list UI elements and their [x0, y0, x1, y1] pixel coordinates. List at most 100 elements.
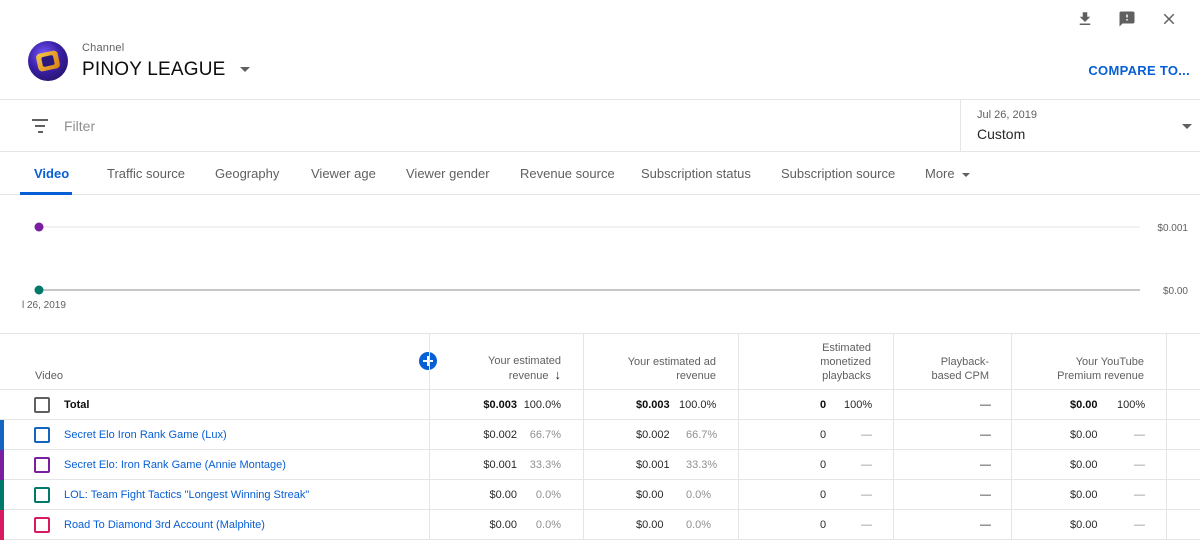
date-range-label: Custom: [977, 126, 1026, 142]
cell-premium: $0.00: [1070, 519, 1098, 531]
row-checkbox[interactable]: [34, 517, 50, 533]
cell-playbacks: 0: [820, 489, 827, 501]
series-point-0: [34, 222, 44, 232]
tab-video[interactable]: Video: [34, 166, 69, 181]
table-row-total: Total $0.003 100.0% $0.003 100.0% 0 100% — …: [0, 390, 1200, 420]
channel-selector[interactable]: PINOY LEAGUE: [82, 59, 250, 81]
cell-ad-revenue-pct: 100.0%: [679, 399, 717, 411]
sort-arrow-icon: ↓: [554, 367, 562, 382]
revenue-chart: $0.001 $0.00 l 26, 2019: [0, 195, 1200, 333]
video-title-link[interactable]: Road To Diamond 3rd Account (Malphite): [64, 519, 265, 531]
row-checkbox[interactable]: [34, 427, 50, 443]
chart-svg: $0.001 $0.00 l 26, 2019: [22, 222, 1188, 311]
col-estimated-revenue[interactable]: Your estimated revenue ↓: [429, 334, 583, 390]
video-table: Video Your estimated revenue ↓ Your estim…: [0, 333, 1200, 540]
filter-input[interactable]: Filter: [31, 118, 95, 134]
cell-ad-revenue: $0.003: [636, 399, 670, 411]
row-color-stripe: [0, 510, 4, 540]
tab-subscription-source[interactable]: Subscription source: [781, 166, 895, 181]
tab-more-label: More: [925, 166, 955, 181]
row-color-stripe: [0, 420, 4, 450]
filter-placeholder: Filter: [64, 118, 96, 134]
cell-premium-pct: —: [1134, 519, 1145, 531]
cell-revenue-pct: 0.0%: [535, 519, 561, 531]
download-icon[interactable]: [1064, 8, 1106, 30]
filter-icon: [31, 119, 49, 133]
row-checkbox[interactable]: [34, 487, 50, 503]
cell-ad-revenue: $0.002: [636, 429, 670, 441]
cell-cpm: —: [980, 429, 991, 441]
total-checkbox[interactable]: [34, 397, 50, 413]
cell-revenue-pct: 0.0%: [535, 489, 561, 501]
chevron-down-icon: [1182, 124, 1192, 129]
y-tick-label: $0.001: [1157, 223, 1188, 234]
x-tick-label: l 26, 2019: [22, 300, 66, 311]
cell-cpm: —: [980, 399, 991, 411]
cell-ad-revenue-pct: 0.0%: [686, 519, 712, 531]
video-title-link[interactable]: LOL: Team Fight Tactics "Longest Winning…: [64, 489, 309, 501]
col-premium-revenue[interactable]: Your YouTube Premium revenue: [1011, 334, 1166, 390]
cell-playbacks: 0: [820, 429, 827, 441]
col-ad-revenue[interactable]: Your estimated ad revenue: [583, 334, 738, 390]
avatar: [28, 41, 68, 81]
video-title-link[interactable]: Secret Elo Iron Rank Game (Lux): [64, 429, 227, 441]
cell-premium: $0.00: [1070, 459, 1098, 471]
close-icon[interactable]: [1148, 8, 1190, 30]
cell-premium-pct: —: [1134, 489, 1145, 501]
col-next: [1166, 334, 1200, 390]
cell-playbacks-pct: —: [861, 519, 872, 531]
table-row: Road To Diamond 3rd Account (Malphite) $0…: [0, 510, 1200, 540]
tab-revenue-source[interactable]: Revenue source: [520, 166, 615, 181]
row-checkbox[interactable]: [34, 457, 50, 473]
cell-revenue-pct: 66.7%: [529, 429, 561, 441]
cell-ad-revenue-pct: 33.3%: [686, 459, 718, 471]
table-row: Secret Elo: Iron Rank Game (Annie Montag…: [0, 450, 1200, 480]
channel-label: Channel: [82, 41, 125, 54]
cell-playbacks: 0: [820, 399, 827, 411]
row-color-stripe: [0, 480, 4, 510]
feedback-icon[interactable]: [1106, 8, 1148, 30]
cell-premium-pct: —: [1134, 429, 1145, 441]
cell-premium: $0.00: [1070, 429, 1098, 441]
cell-playbacks-pct: 100%: [844, 399, 873, 411]
chevron-down-icon: [239, 67, 250, 72]
col-monetized-playbacks[interactable]: Estimated monetized playbacks: [738, 334, 893, 390]
cell-cpm: —: [980, 459, 991, 471]
cell-revenue: $0.001: [483, 459, 517, 471]
tab-viewer-age[interactable]: Viewer age: [311, 166, 376, 181]
tab-subscription-status[interactable]: Subscription status: [641, 166, 751, 181]
cell-premium: $0.00: [1070, 489, 1098, 501]
y-tick-label: $0.00: [1163, 286, 1188, 297]
video-title-link[interactable]: Secret Elo: Iron Rank Game (Annie Montag…: [64, 459, 286, 471]
tab-traffic-source[interactable]: Traffic source: [107, 166, 185, 181]
filter-bar: Filter Jul 26, 2019 Custom: [0, 99, 1200, 152]
table-header: Video Your estimated revenue ↓ Your estim…: [0, 334, 1200, 390]
top-actions: [1064, 8, 1190, 30]
cell-playbacks: 0: [820, 459, 827, 471]
table-row: Secret Elo Iron Rank Game (Lux) $0.002 66.…: [0, 420, 1200, 450]
row-color-stripe: [0, 450, 4, 480]
table-row: LOL: Team Fight Tactics "Longest Winning…: [0, 480, 1200, 510]
compare-to-button[interactable]: COMPARE TO...: [1088, 63, 1190, 78]
row-name: Total: [64, 399, 90, 411]
cell-premium-pct: —: [1134, 459, 1145, 471]
cell-revenue: $0.003: [483, 399, 517, 411]
cell-cpm: —: [980, 489, 991, 501]
col-video: Video: [35, 370, 63, 382]
tab-more[interactable]: More: [925, 166, 970, 181]
cell-ad-revenue-pct: 66.7%: [686, 429, 718, 441]
cell-cpm: —: [980, 519, 991, 531]
date-range-text: Jul 26, 2019: [977, 109, 1037, 121]
cell-playbacks-pct: —: [861, 489, 872, 501]
cell-ad-revenue: $0.00: [636, 489, 664, 501]
col-playback-cpm[interactable]: Playback- based CPM: [893, 334, 1011, 390]
tab-geography[interactable]: Geography: [215, 166, 279, 181]
channel-header: Channel PINOY LEAGUE: [28, 41, 250, 81]
cell-revenue: $0.00: [489, 519, 517, 531]
date-range-selector[interactable]: Jul 26, 2019 Custom: [960, 100, 1200, 152]
chevron-down-icon: [961, 172, 970, 177]
cell-premium-pct: 100%: [1117, 399, 1146, 411]
tab-viewer-gender[interactable]: Viewer gender: [406, 166, 490, 181]
cell-revenue: $0.00: [489, 489, 517, 501]
cell-playbacks-pct: —: [861, 429, 872, 441]
